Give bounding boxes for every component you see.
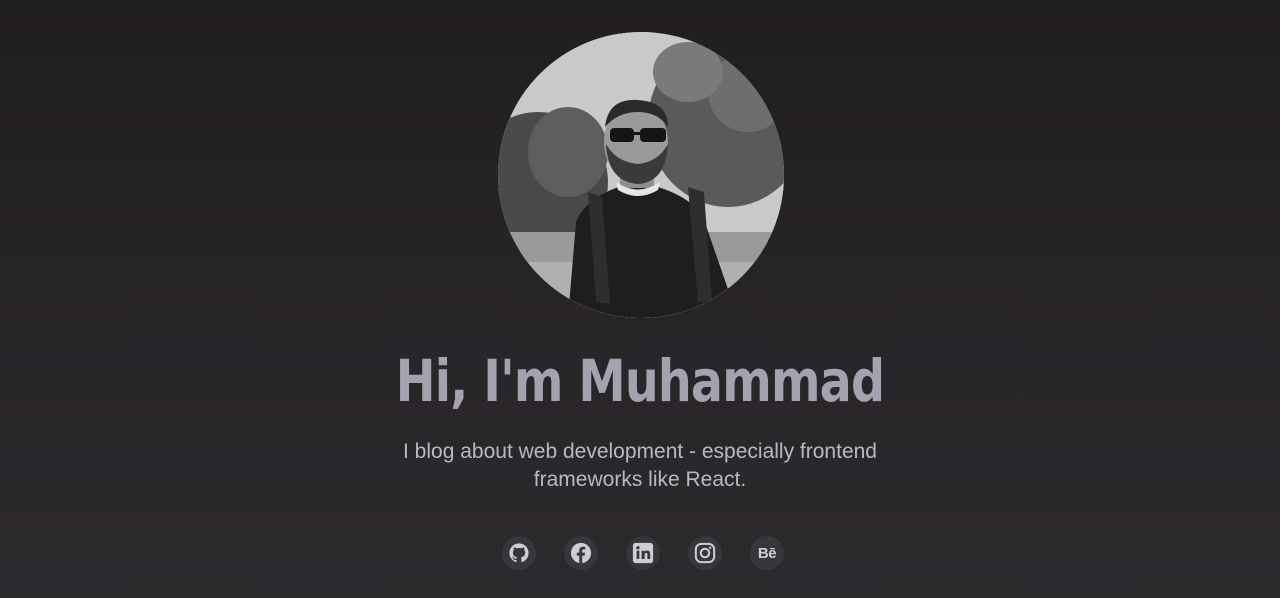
instagram-link[interactable] [688, 536, 722, 570]
linkedin-link[interactable] [626, 536, 660, 570]
social-links: Bē [0, 536, 1280, 572]
profile-avatar [498, 32, 784, 318]
facebook-link[interactable] [564, 536, 598, 570]
github-icon [509, 543, 529, 563]
linkedin-icon [632, 542, 654, 564]
github-link[interactable] [502, 536, 536, 570]
tagline: I blog about web development - especiall… [403, 440, 877, 491]
facebook-icon [570, 542, 592, 564]
behance-icon: Bē [757, 544, 777, 562]
page-title: Hi, I'm Muhammad [395, 347, 885, 415]
hero-section: Hi, I'm Muhammad I blog about web develo… [0, 0, 1280, 598]
instagram-icon [694, 542, 716, 564]
behance-link[interactable]: Bē [750, 536, 784, 570]
profile-photo [498, 32, 784, 318]
